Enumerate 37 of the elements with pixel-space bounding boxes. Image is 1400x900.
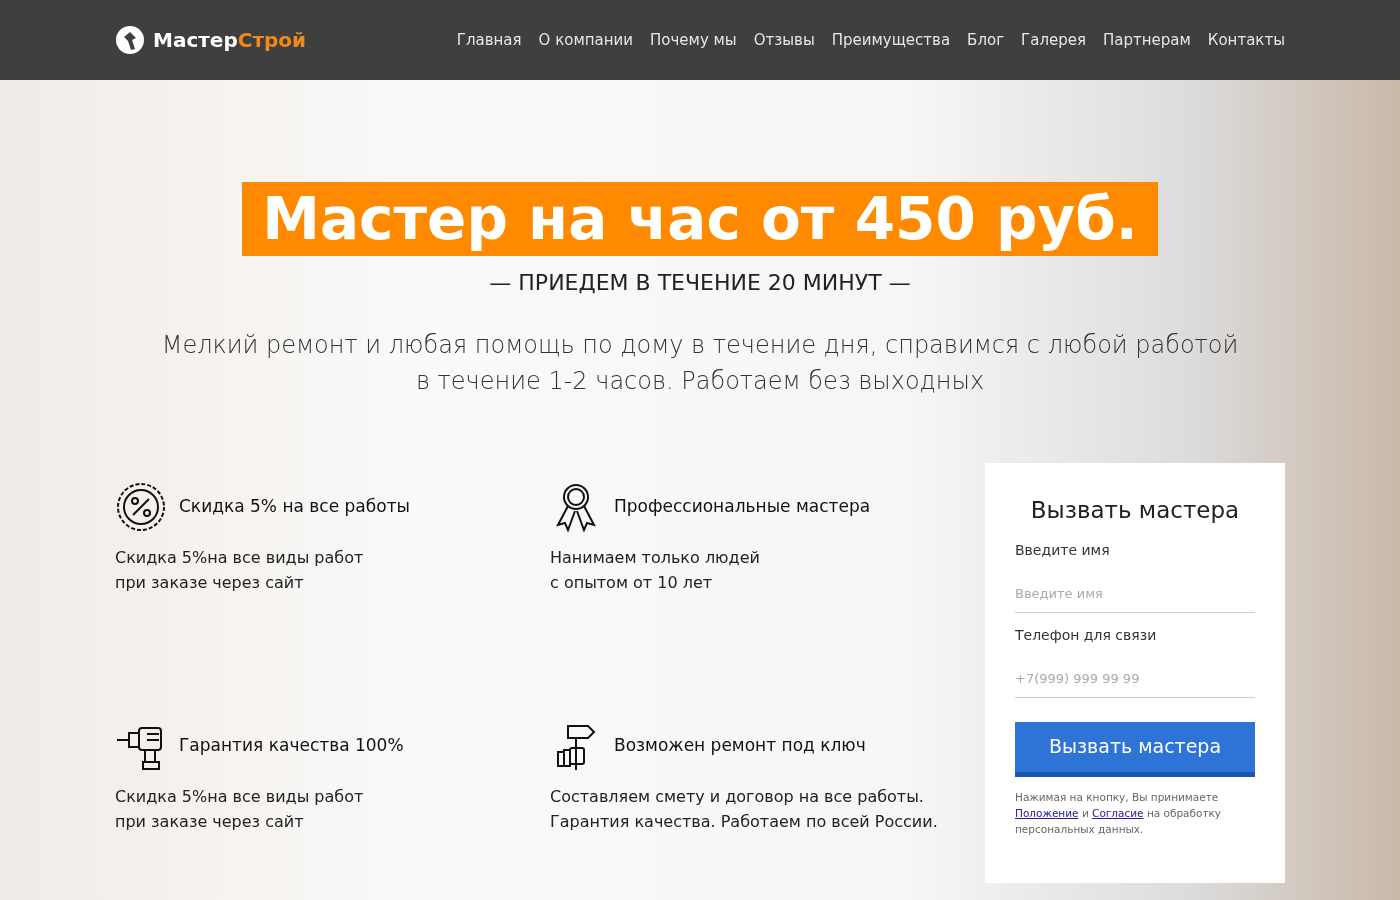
nav-link[interactable]: Блог (967, 28, 1005, 52)
nav-link[interactable]: О компании (538, 28, 633, 52)
feature-description: Гарантия качества. Работаем по всей России. (550, 811, 939, 833)
feature-description: при заказе через сайт (115, 811, 305, 833)
logo-text: Мастер (153, 27, 238, 54)
logo-text-accent: Строй (237, 27, 307, 54)
form-title: Вызвать мастера (1029, 496, 1241, 525)
discount-badge-icon (115, 481, 167, 533)
nav-link[interactable]: Галерея (1021, 28, 1086, 52)
feature-description: Нанимаем только людей (550, 547, 761, 569)
feature-description: с опытом от 10 лет (550, 572, 714, 594)
hero-subtitle: — ПРИЕДЕМ В ТЕЧЕНИЕ 20 МИНУТ — (489, 269, 911, 297)
regulation-link[interactable]: Положение (1015, 806, 1079, 819)
nav-link[interactable]: Отзывы (753, 28, 815, 52)
nav-link[interactable]: Партнерам (1103, 28, 1191, 52)
hero-description: Мелкий ремонт и любая помощь по дому в течение дня, справимся с любой работой в течение 1-2 часов. Работаем без выходных (160, 330, 1240, 397)
logo-icon (115, 25, 145, 55)
field-label: Телефон для связи (1015, 625, 1158, 645)
nav-link[interactable]: Главная (456, 28, 522, 52)
feature-title: Гарантия качества 100% (179, 734, 404, 758)
input-field[interactable]: +7(999) 999 99 99 (1015, 659, 1255, 698)
feature-description: Скидка 5%на все виды работ (115, 547, 365, 569)
call-master-button[interactable]: Вызвать мастера (1015, 721, 1255, 777)
consent-text: Нажимая на кнопку, Вы принимаете Положение и Согласие на обработку персональных данных. (1015, 789, 1223, 837)
feature-title: Скидка 5% на все работы (179, 495, 410, 519)
hero-title: Мастер на час от 450 руб. (242, 182, 1158, 256)
feature-title: Возможен ремонт под ключ (614, 734, 866, 758)
nav-link[interactable]: Преимущества (831, 28, 951, 52)
input-field[interactable]: Введите имя (1015, 574, 1255, 613)
feature-description: Скидка 5%на все виды работ (115, 786, 365, 808)
feature-description: Составляем смету и договор на все работы. (550, 786, 925, 808)
nav-link[interactable]: Почему мы (650, 28, 737, 52)
feature-description: при заказе через сайт (115, 572, 305, 594)
consent-link[interactable]: Согласие (1092, 806, 1144, 819)
feature-title: Профессиональные мастера (614, 495, 871, 519)
field-label: Введите имя (1015, 540, 1111, 560)
nav-link[interactable]: Контакты (1207, 28, 1285, 52)
